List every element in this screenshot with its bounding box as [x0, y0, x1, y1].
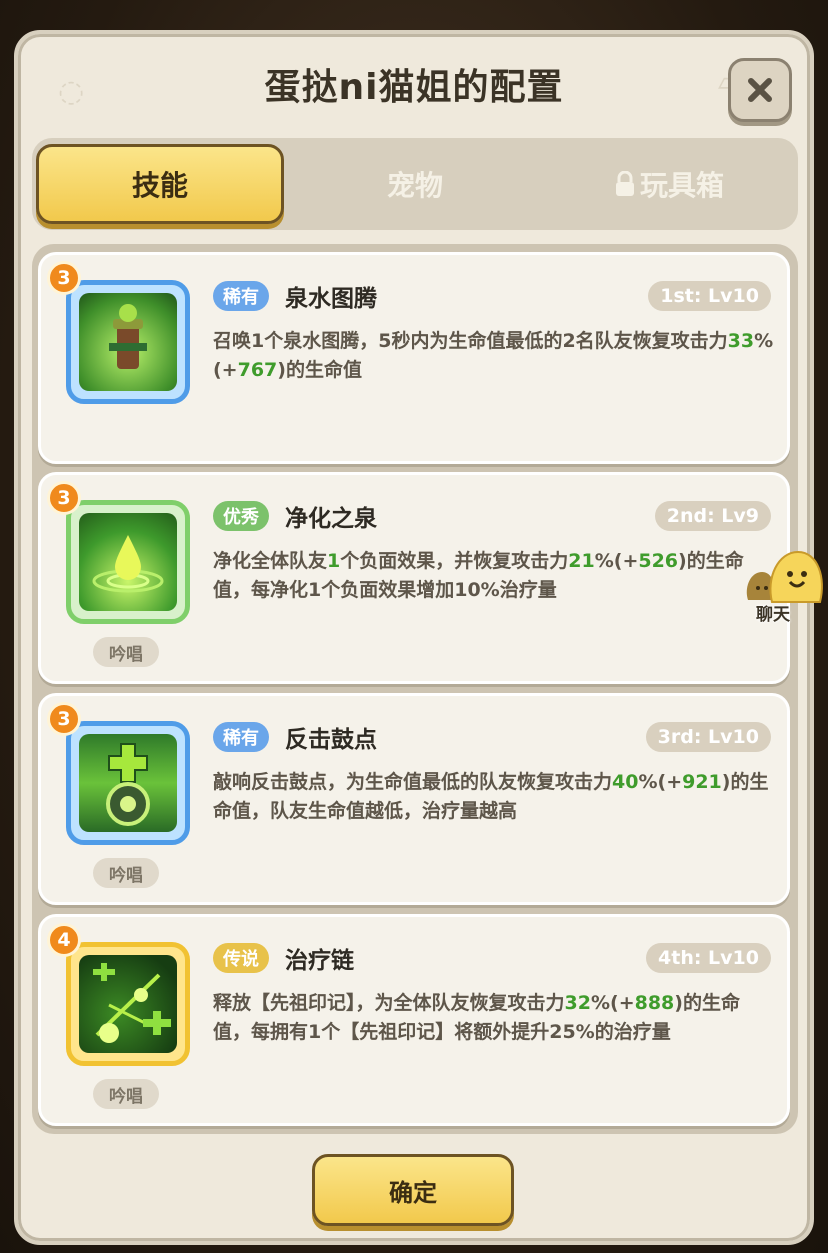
chat-icon [746, 550, 823, 603]
chant-badge: 吟唱 [93, 1079, 159, 1109]
skill-slot-level: 1st: Lv10 [648, 281, 771, 311]
skill-icon-frame [66, 280, 190, 404]
skill-card[interactable]: 3 吟唱 优秀 净化之泉 2nd: Lv9 净化全体队友1个负面效果，并恢复攻击… [38, 472, 790, 684]
skill-slot-level: 4th: Lv10 [646, 943, 771, 973]
skill-card[interactable]: 3 稀有 泉水图腾 1st: Lv10 召唤1个泉水图腾，5秒内为生命值最低的2… [38, 252, 790, 464]
level-badge: 4 [47, 923, 81, 957]
rarity-badge: 优秀 [213, 501, 269, 531]
chant-badge: 吟唱 [93, 858, 159, 888]
skill-icon-frame [66, 500, 190, 624]
level-badge: 3 [47, 481, 81, 515]
chant-badge: 吟唱 [93, 637, 159, 667]
spring-icon [79, 513, 177, 611]
chain-icon [79, 955, 177, 1053]
totem-icon [79, 293, 177, 391]
skill-card[interactable]: 3 吟唱 稀有 反击鼓点 3rd: Lv10 敲响反击鼓点，为生命值最低的队友恢… [38, 693, 790, 905]
tab-skills-label: 技能 [131, 169, 188, 202]
lock-icon [615, 171, 634, 196]
tab-pets[interactable]: 宠物 [290, 138, 540, 230]
chat-label: 聊天 [756, 605, 790, 625]
tab-toybox-label: 玩具箱 [639, 169, 724, 202]
skill-name: 反击鼓点 [285, 727, 377, 753]
skill-icon-frame [66, 942, 190, 1066]
page-title: 蛋挞ni猫姐的配置 [264, 67, 564, 108]
rarity-badge: 传说 [213, 943, 269, 973]
tab-bar: 技能 宠物 玩具箱 [32, 138, 798, 230]
skill-description: 净化全体队友1个负面效果，并恢复攻击力21%(+526)的生命值，每净化1个负面… [213, 550, 744, 601]
level-badge: 3 [47, 702, 81, 736]
skill-slot-level: 3rd: Lv10 [645, 722, 771, 752]
skill-description: 敲响反击鼓点，为生命值最低的队友恢复攻击力40%(+921)的生命值，队友生命值… [213, 771, 769, 822]
skill-card[interactable]: 4 吟唱 传说 治疗链 4th: Lv10 释放【先祖印记】，为全体队友恢复攻击… [38, 914, 790, 1126]
rarity-badge: 稀有 [213, 722, 269, 752]
skill-name: 净化之泉 [285, 506, 377, 532]
skill-description: 召唤1个泉水图腾，5秒内为生命值最低的2名队友恢复攻击力33%(+767)的生命… [213, 330, 774, 381]
tab-toybox[interactable]: 玩具箱 [544, 138, 794, 230]
close-icon [748, 78, 772, 102]
confirm-label: 确定 [389, 1178, 437, 1207]
skill-slot-level: 2nd: Lv9 [654, 501, 771, 531]
tab-skills[interactable]: 技能 [36, 144, 284, 224]
skill-icon-frame [66, 721, 190, 845]
tab-pets-label: 宠物 [386, 169, 443, 202]
rarity-badge: 稀有 [213, 281, 269, 311]
close-button[interactable] [728, 58, 792, 122]
drum-icon [79, 734, 177, 832]
level-badge: 3 [47, 261, 81, 295]
skill-name: 泉水图腾 [285, 286, 377, 312]
skill-name: 治疗链 [285, 948, 354, 974]
confirm-button[interactable]: 确定 [312, 1154, 514, 1226]
skill-description: 释放【先祖印记】，为全体队友恢复攻击力32%(+888)的生命值，每拥有1个【先… [213, 992, 740, 1043]
